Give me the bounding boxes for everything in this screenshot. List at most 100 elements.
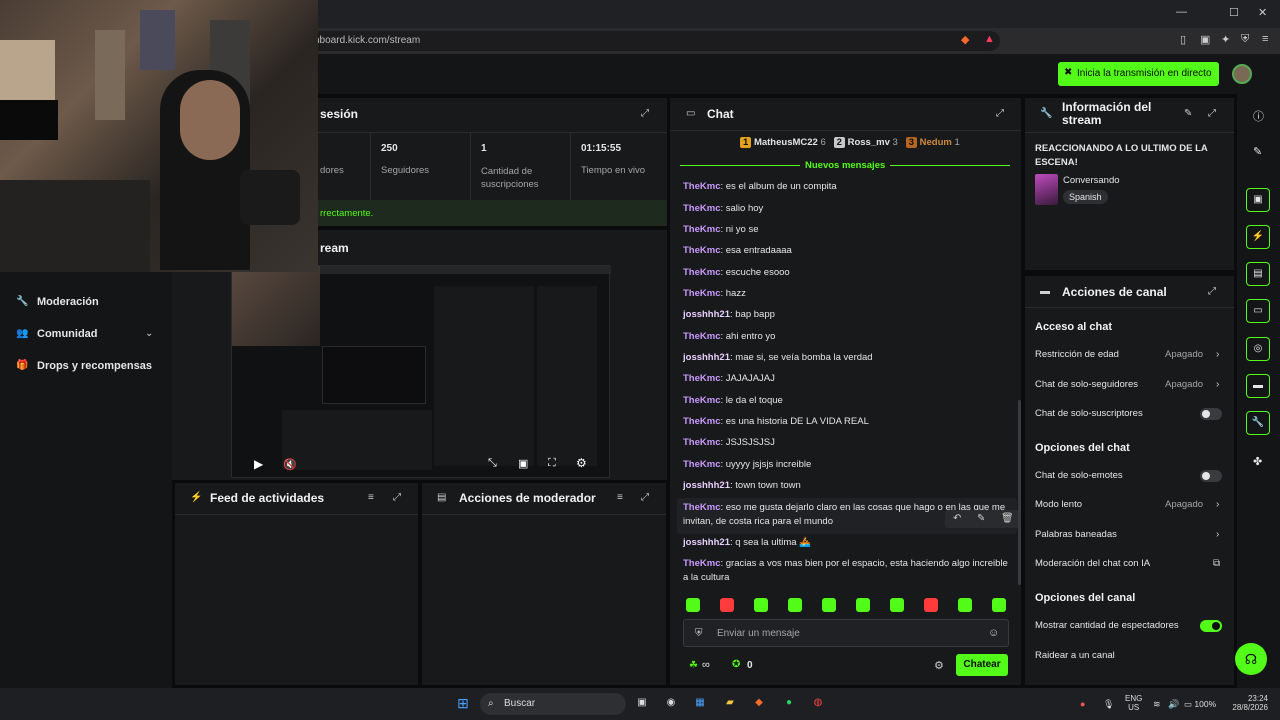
popout-icon[interactable]: ⤢ <box>996 108 1004 119</box>
battery-indicator[interactable]: ▭ 100% <box>1184 699 1216 710</box>
sidebar-toggle-icon[interactable]: ▯ <box>1180 33 1186 46</box>
stream-video[interactable]: ▶ 🔇 ⤡ ▣ ⛶ ⚙ <box>231 265 611 478</box>
minimize-button[interactable]: — <box>1176 6 1187 18</box>
language-indicator[interactable]: ENG US <box>1125 694 1142 712</box>
emote-icon[interactable] <box>890 598 904 612</box>
chat-username[interactable]: josshhh21 <box>683 480 730 491</box>
setting-label[interactable]: Modo lento <box>1035 499 1082 510</box>
app-icon[interactable]: ◉ <box>663 695 679 711</box>
avatar[interactable] <box>1232 64 1252 84</box>
popout-icon[interactable]: ⤢ <box>641 108 649 119</box>
maximize-button[interactable]: ☐ <box>1229 6 1239 19</box>
emote-icon[interactable] <box>822 598 836 612</box>
volume-icon[interactable]: 🔊 <box>1168 699 1179 710</box>
leader-name[interactable]: Ross_mv <box>848 137 890 148</box>
chat-username[interactable]: TheKmc <box>683 459 720 470</box>
setting-label[interactable]: Moderación del chat con IA <box>1035 558 1150 569</box>
pin-icon[interactable]: ✎ <box>977 513 985 524</box>
chevron-right-icon[interactable]: › <box>1216 499 1219 510</box>
wifi-icon[interactable]: ≋ <box>1153 699 1161 710</box>
chevron-right-icon[interactable]: › <box>1216 349 1219 360</box>
filter-icon[interactable]: ≡ <box>617 492 623 503</box>
go-live-button[interactable]: ✖ Inicia la transmisión en directo <box>1058 62 1219 86</box>
theater-icon[interactable]: ⤡ <box>488 457 497 470</box>
emoji-icon[interactable]: ☺ <box>988 627 999 639</box>
rail-lightning-button[interactable]: ⚡ <box>1246 225 1270 249</box>
subscribers-only-toggle[interactable] <box>1200 408 1222 420</box>
emote-only-toggle[interactable] <box>1200 470 1222 482</box>
fullscreen-icon[interactable]: ⛶ <box>548 457 556 470</box>
category-name[interactable]: Conversando <box>1063 175 1120 186</box>
popout-icon[interactable]: ⤢ <box>1208 286 1216 297</box>
emote-icon[interactable] <box>924 598 938 612</box>
file-explorer-icon[interactable]: ▰ <box>722 695 738 711</box>
chat-settings-icon[interactable]: ⚙ <box>934 659 944 672</box>
chat-username[interactable]: TheKmc <box>683 558 720 569</box>
chat-username[interactable]: josshhh21 <box>683 352 730 363</box>
emote-icon[interactable] <box>720 598 734 612</box>
chat-username[interactable]: TheKmc <box>683 203 720 214</box>
brave-shield-icon[interactable]: ◆ <box>961 33 969 46</box>
chat-input[interactable]: ⛨ Enviar un mensaje ☺ <box>683 619 1009 647</box>
task-view-icon[interactable]: ▣ <box>634 695 650 711</box>
close-window-button[interactable]: ✕ <box>1258 6 1267 19</box>
delete-icon[interactable]: 🗑 <box>1001 513 1014 524</box>
rail-chat-button[interactable]: ▭ <box>1246 299 1270 323</box>
store-icon[interactable]: ▦ <box>692 695 708 711</box>
emote-icon[interactable] <box>686 598 700 612</box>
sidebar-item-drops[interactable]: Drops y recompensas <box>37 360 152 372</box>
mute-icon[interactable]: 🔇 <box>283 458 297 471</box>
chat-username[interactable]: TheKmc <box>683 245 720 256</box>
chat-username[interactable]: TheKmc <box>683 437 720 448</box>
popout-icon[interactable]: ⤢ <box>393 492 401 503</box>
brave-browser-icon[interactable]: ◆ <box>751 695 767 711</box>
support-button[interactable]: ☊ <box>1235 643 1267 675</box>
settings-icon[interactable]: ⚙ <box>576 456 587 470</box>
edit-icon[interactable]: ✎ <box>1253 145 1262 158</box>
play-icon[interactable]: ▶ <box>254 457 263 471</box>
chat-username[interactable]: TheKmc <box>683 267 720 278</box>
menu-icon[interactable]: ≡ <box>1262 33 1268 45</box>
add-panel-icon[interactable]: ✤ <box>1253 455 1262 468</box>
setting-label[interactable]: Chat de solo-seguidores <box>1035 379 1138 390</box>
taskbar-search[interactable]: ⌕ Buscar <box>480 693 626 715</box>
clock[interactable]: 23:24 28/8/2026 <box>1230 694 1268 712</box>
chat-username[interactable]: TheKmc <box>683 331 720 342</box>
setting-label[interactable]: Raidear a un canal <box>1035 650 1115 661</box>
emote-icon[interactable] <box>856 598 870 612</box>
vpn-shield-icon[interactable]: ⛨ <box>1241 33 1249 46</box>
chat-username[interactable]: TheKmc <box>683 416 720 427</box>
chevron-right-icon[interactable]: › <box>1216 379 1219 390</box>
mic-icon[interactable]: 🎙 <box>1103 699 1114 710</box>
spotify-icon[interactable]: ● <box>781 695 797 711</box>
chevron-right-icon[interactable]: › <box>1216 529 1219 540</box>
external-link-icon[interactable]: ⧉ <box>1213 558 1220 569</box>
chat-scrollbar[interactable] <box>1018 400 1021 585</box>
chat-username[interactable]: TheKmc <box>683 224 720 235</box>
rail-tv-button[interactable]: ▬ <box>1246 374 1270 398</box>
popout-icon[interactable]: ⤢ <box>641 492 649 503</box>
wallet-icon[interactable]: ▣ <box>1200 33 1210 46</box>
chat-username[interactable]: TheKmc <box>683 502 720 513</box>
clip-icon[interactable]: ▣ <box>518 457 528 470</box>
popout-icon[interactable]: ⤢ <box>1208 108 1216 119</box>
chevron-down-icon[interactable]: ⌄ <box>145 328 153 339</box>
record-icon[interactable]: ● <box>1080 699 1085 709</box>
sidebar-item-moderacion[interactable]: Moderación <box>37 296 99 308</box>
extensions-icon[interactable]: ✦ <box>1221 33 1230 46</box>
show-viewers-toggle[interactable] <box>1200 620 1222 632</box>
rail-target-button[interactable]: ◎ <box>1246 337 1270 361</box>
chat-username[interactable]: TheKmc <box>683 288 720 299</box>
sidebar-item-comunidad[interactable]: Comunidad <box>37 328 98 340</box>
chat-username[interactable]: TheKmc <box>683 373 720 384</box>
setting-label[interactable]: Palabras baneadas <box>1035 529 1117 540</box>
emote-icon[interactable] <box>788 598 802 612</box>
address-bar[interactable]: hboard.kick.com/stream <box>300 31 1000 51</box>
info-icon[interactable]: ⓘ <box>1253 108 1264 124</box>
chat-username[interactable]: TheKmc <box>683 395 720 406</box>
rail-video-button[interactable]: ▣ <box>1246 188 1270 212</box>
emote-icon[interactable] <box>958 598 972 612</box>
chat-username[interactable]: josshhh21 <box>683 537 730 548</box>
leader-name[interactable]: MatheusMC22 <box>754 137 818 148</box>
send-chat-button[interactable]: Chatear <box>956 654 1008 676</box>
